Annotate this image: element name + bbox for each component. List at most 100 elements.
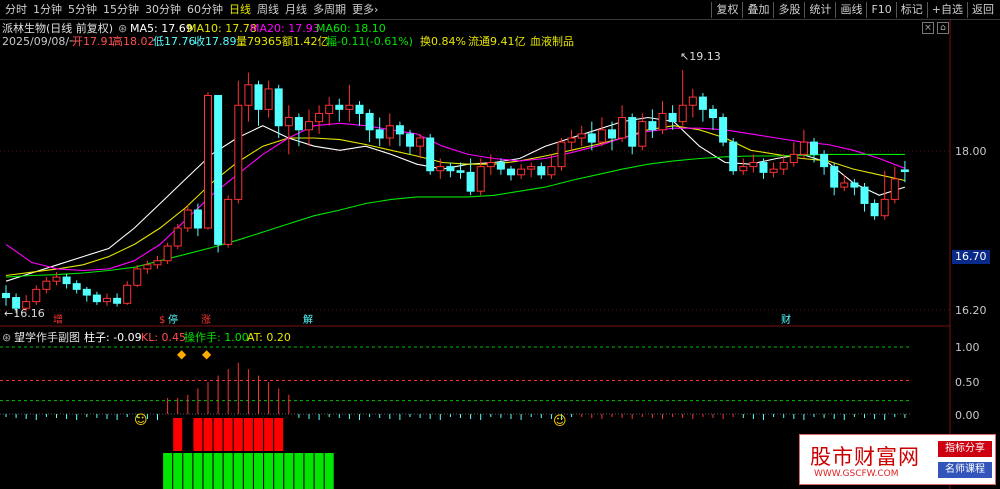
candle-body [224,198,233,245]
candle-body [234,104,243,200]
candle-body [729,141,738,172]
candle-body [789,153,798,164]
candle-body [678,104,687,123]
candle-body [173,227,182,247]
red-bar [274,418,284,451]
candle-body [72,283,81,290]
candle-body [193,209,202,229]
candle-body [315,112,324,123]
candle-body [547,166,556,176]
ma-line-ma10 [5,125,906,277]
green-bar [213,453,223,489]
candle-body [375,129,384,139]
candle-body [860,186,869,204]
candle-body [335,104,344,110]
candle-body [597,129,606,143]
candle-body [890,178,899,200]
candle-body [779,162,788,170]
candle-body [133,268,142,286]
candle-body [305,121,313,131]
candle-body [709,108,717,119]
green-bar [314,453,324,489]
candle-body [648,121,657,131]
candle-body [799,141,808,155]
green-bar [243,453,253,489]
candle-body [739,166,748,172]
candle-body [42,280,51,290]
candle-body [395,125,404,135]
green-bar [193,453,203,489]
candle-body [496,162,505,170]
price-label-low: 16.20 [955,304,987,317]
high-annotation: ↖19.13 [680,50,721,63]
candle-body [527,166,536,170]
green-bar [223,453,233,489]
green-bar [294,453,304,489]
candle-body [436,166,445,172]
diamond-icon: ◆ [177,347,187,361]
candle-body [294,117,303,131]
marker-ting: 停 [168,315,178,326]
kline-chart [0,20,951,489]
candle-body [345,104,354,110]
candle-body [769,168,778,173]
sub-settings-icon[interactable]: ⊛ [2,331,11,345]
red-bar [193,418,203,451]
candle-body [416,137,425,147]
watermark-button-share: 指标分享 [938,441,992,457]
candle-body [325,104,334,114]
green-bar [173,453,183,489]
marker-jie: 解 [303,315,313,326]
candle-body [486,162,495,168]
candle-body [507,168,515,176]
sub-axis-label-2: 0.50 [955,376,980,389]
low-annotation-value: 16.16 [13,307,45,320]
red-bar [233,418,243,451]
marker-cai: 财 [781,315,791,326]
candle-body [668,112,677,123]
candle-body [537,166,546,176]
candle-body [365,112,374,131]
candle-body [476,166,485,192]
candle-body [810,141,818,155]
candle-body [123,284,132,304]
sub-title: 望学作手副图 [14,331,80,344]
candle-body [254,84,263,110]
red-bar [264,418,274,451]
marker-dollar: $ [159,315,166,326]
green-bar [183,453,193,489]
green-bar [163,453,173,489]
candle-body [749,162,758,168]
candle-body [840,182,849,188]
green-bar [264,453,274,489]
candle-body [557,141,566,168]
candle-body [82,288,91,296]
sub-axis-label-1: 1.00 [955,341,980,354]
candle-body [638,121,647,147]
candle-body [618,117,627,139]
candle-body [214,94,223,245]
green-bar [274,453,284,489]
candle-body [830,166,839,188]
candle-body [719,117,728,143]
marker-zeng: 增 [53,315,63,326]
candle-body [62,276,71,285]
candle-body [688,96,697,106]
candle-body [658,112,667,131]
candle-body [103,297,111,303]
candle-body [406,133,414,147]
candle-body [850,182,859,188]
smiley-icon: ☺ [553,414,567,429]
high-annotation-value: 19.13 [689,50,721,63]
low-annotation: ←16.16 [4,307,45,320]
candle-body [577,133,586,139]
candle-body [385,125,394,139]
candle-body [698,96,707,110]
candle-body [759,162,768,173]
candle-body [820,153,829,168]
candle-body [153,260,162,266]
diamond-icon: ◆ [202,347,212,361]
candle-body [880,198,889,217]
candle-body [52,276,61,282]
candle-body [567,137,576,143]
